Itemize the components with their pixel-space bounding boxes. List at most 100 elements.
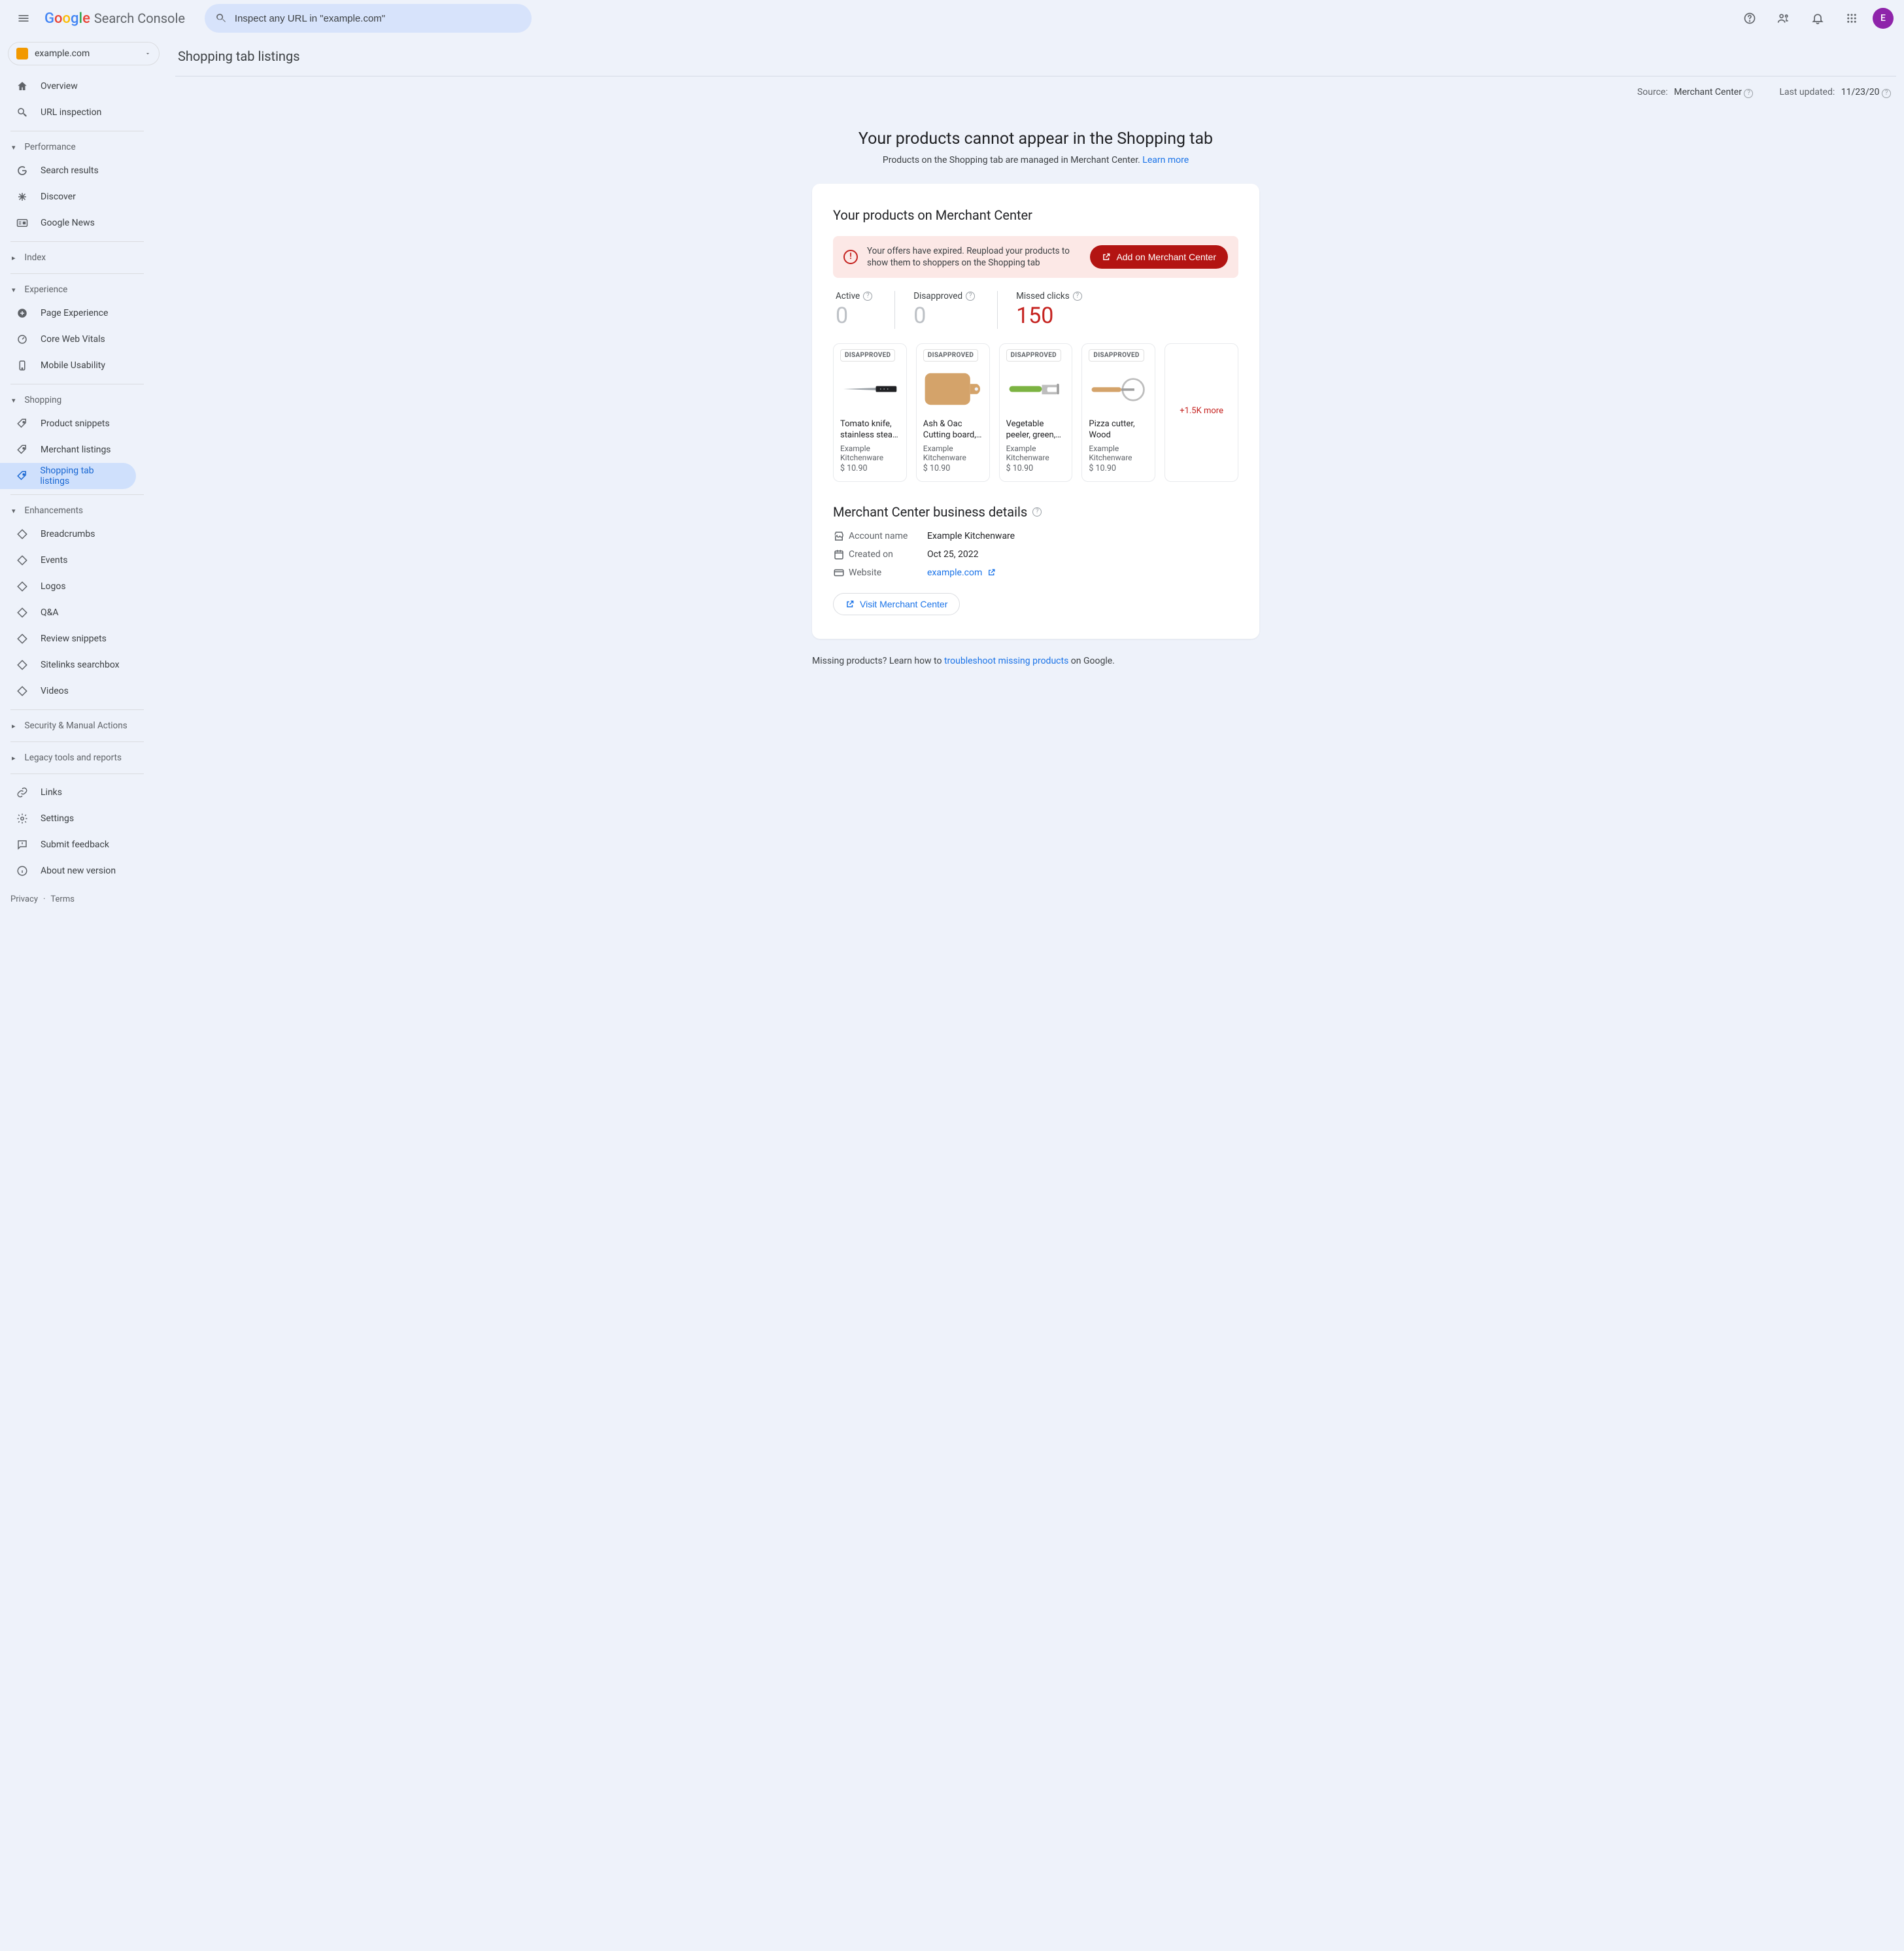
nav-events[interactable]: Events bbox=[0, 547, 136, 573]
chevron-down-icon bbox=[144, 50, 151, 57]
tag-icon bbox=[16, 418, 29, 430]
product-name: Tomato knife, stainless steal, black bbox=[840, 419, 900, 441]
nav-shopping-tab-listings[interactable]: Shopping tab listings bbox=[0, 463, 136, 489]
tag-icon bbox=[16, 470, 28, 482]
more-products[interactable]: +1.5K more bbox=[1164, 343, 1238, 482]
diamond-icon bbox=[16, 528, 29, 540]
website-link[interactable]: example.com bbox=[927, 568, 982, 578]
nav-merchant-listings[interactable]: Merchant listings bbox=[0, 437, 136, 463]
product-name: Vegetable peeler, green, stainless ste..… bbox=[1006, 419, 1066, 441]
product-image bbox=[1006, 365, 1066, 413]
menu-icon[interactable] bbox=[10, 5, 37, 31]
nav-label: Mobile Usability bbox=[41, 360, 105, 371]
nav-product-snippets[interactable]: Product snippets bbox=[0, 411, 136, 437]
search-icon bbox=[16, 107, 29, 118]
storefront-icon bbox=[833, 530, 846, 542]
help-icon[interactable] bbox=[1737, 5, 1763, 31]
product-price: $ 10.90 bbox=[840, 464, 900, 473]
open-in-new-icon bbox=[845, 600, 855, 609]
nav-videos[interactable]: Videos bbox=[0, 678, 136, 704]
property-icon bbox=[16, 48, 28, 59]
plus-circle-icon bbox=[16, 307, 29, 319]
hero: Your products cannot appear in the Shopp… bbox=[175, 103, 1896, 184]
help-icon[interactable]: ? bbox=[1882, 89, 1891, 98]
nav-feedback[interactable]: Submit feedback bbox=[0, 832, 136, 858]
nav-settings[interactable]: Settings bbox=[0, 806, 136, 832]
business-details: Account name Example Kitchenware Created… bbox=[833, 530, 1238, 579]
nav-review-snippets[interactable]: Review snippets bbox=[0, 626, 136, 652]
product-image bbox=[923, 365, 983, 413]
gauge-icon bbox=[16, 333, 29, 345]
product-card[interactable]: DISAPPROVED Ash & Oac Cutting board, 30*… bbox=[916, 343, 990, 482]
nav-label: Links bbox=[41, 787, 62, 798]
info-icon bbox=[16, 865, 29, 877]
diamond-icon bbox=[16, 633, 29, 645]
calendar-icon bbox=[833, 549, 846, 560]
help-icon[interactable]: ? bbox=[863, 292, 872, 301]
help-icon[interactable]: ? bbox=[966, 292, 975, 301]
product-card[interactable]: DISAPPROVED Tomato knife, stainless stea… bbox=[833, 343, 907, 482]
product-card[interactable]: DISAPPROVED Vegetable peeler, green, sta… bbox=[999, 343, 1073, 482]
product-price: $ 10.90 bbox=[923, 464, 983, 473]
product-image bbox=[1089, 365, 1148, 413]
nav-label: Logos bbox=[41, 581, 66, 592]
logo: Google Search Console bbox=[44, 10, 185, 27]
tag-icon bbox=[16, 444, 29, 456]
link-icon bbox=[16, 787, 29, 798]
nav-qa[interactable]: Q&A bbox=[0, 600, 136, 626]
offers-expired-alert: ! Your offers have expired. Reupload you… bbox=[833, 236, 1238, 278]
nav-discover[interactable]: Discover bbox=[0, 184, 136, 210]
learn-more-link[interactable]: Learn more bbox=[1142, 155, 1189, 165]
url-inspect-search[interactable] bbox=[205, 4, 532, 33]
nav-breadcrumbs[interactable]: Breadcrumbs bbox=[0, 521, 136, 547]
section-enhancements[interactable]: ▾Enhancements bbox=[0, 500, 167, 521]
warning-icon: ! bbox=[843, 250, 858, 264]
avatar[interactable]: E bbox=[1873, 8, 1894, 29]
product-brand: Example Kitchenware bbox=[923, 444, 983, 462]
nav-overview[interactable]: Overview bbox=[0, 73, 136, 99]
section-shopping[interactable]: ▾Shopping bbox=[0, 390, 167, 411]
product-card[interactable]: DISAPPROVED Pizza cutter, Wood Example K… bbox=[1081, 343, 1155, 482]
topbar: Google Search Console E bbox=[0, 0, 1904, 37]
section-security[interactable]: ▸Security & Manual Actions bbox=[0, 715, 167, 736]
troubleshoot-link[interactable]: troubleshoot missing products bbox=[944, 656, 1068, 666]
nav-label: Sitelinks searchbox bbox=[41, 660, 120, 670]
nav-about[interactable]: About new version bbox=[0, 858, 136, 884]
nav-links[interactable]: Links bbox=[0, 779, 136, 806]
product-price: $ 10.90 bbox=[1006, 464, 1066, 473]
created-on-value: Oct 25, 2022 bbox=[927, 549, 1238, 560]
section-experience[interactable]: ▾Experience bbox=[0, 279, 167, 300]
nav-label: Search results bbox=[41, 165, 99, 176]
nav-sitelinks[interactable]: Sitelinks searchbox bbox=[0, 652, 136, 678]
card-icon bbox=[833, 567, 846, 579]
nav-google-news[interactable]: Google News bbox=[0, 210, 136, 236]
privacy-link[interactable]: Privacy bbox=[10, 894, 38, 904]
notifications-icon[interactable] bbox=[1805, 5, 1831, 31]
add-on-merchant-center-button[interactable]: Add on Merchant Center bbox=[1090, 245, 1228, 269]
nav-mobile-usability[interactable]: Mobile Usability bbox=[0, 352, 136, 379]
nav-url-inspection[interactable]: URL inspection bbox=[0, 99, 136, 126]
nav-label: Core Web Vitals bbox=[41, 334, 105, 345]
help-icon[interactable]: ? bbox=[1073, 292, 1082, 301]
status-badge: DISAPPROVED bbox=[923, 349, 978, 362]
apps-icon[interactable] bbox=[1839, 5, 1865, 31]
terms-link[interactable]: Terms bbox=[50, 894, 75, 904]
product-name: Ash & Oac Cutting board, 30*40 cm bbox=[923, 419, 983, 441]
section-index[interactable]: ▸Index bbox=[0, 247, 167, 268]
help-icon[interactable]: ? bbox=[1032, 507, 1042, 517]
property-selector[interactable]: example.com bbox=[8, 42, 160, 65]
nav-logos[interactable]: Logos bbox=[0, 573, 136, 600]
diamond-icon bbox=[16, 607, 29, 619]
people-icon[interactable] bbox=[1771, 5, 1797, 31]
stat-active: Active ? 0 bbox=[833, 291, 894, 329]
nav-label: Google News bbox=[41, 218, 95, 228]
section-performance[interactable]: ▾Performance bbox=[0, 137, 167, 158]
nav-page-experience[interactable]: Page Experience bbox=[0, 300, 136, 326]
visit-merchant-center-button[interactable]: Visit Merchant Center bbox=[833, 593, 960, 615]
section-legacy[interactable]: ▸Legacy tools and reports bbox=[0, 747, 167, 768]
products-row: DISAPPROVED Tomato knife, stainless stea… bbox=[833, 343, 1238, 482]
nav-search-results[interactable]: Search results bbox=[0, 158, 136, 184]
nav-core-web-vitals[interactable]: Core Web Vitals bbox=[0, 326, 136, 352]
help-icon[interactable]: ? bbox=[1744, 89, 1753, 98]
search-input[interactable] bbox=[235, 13, 521, 24]
